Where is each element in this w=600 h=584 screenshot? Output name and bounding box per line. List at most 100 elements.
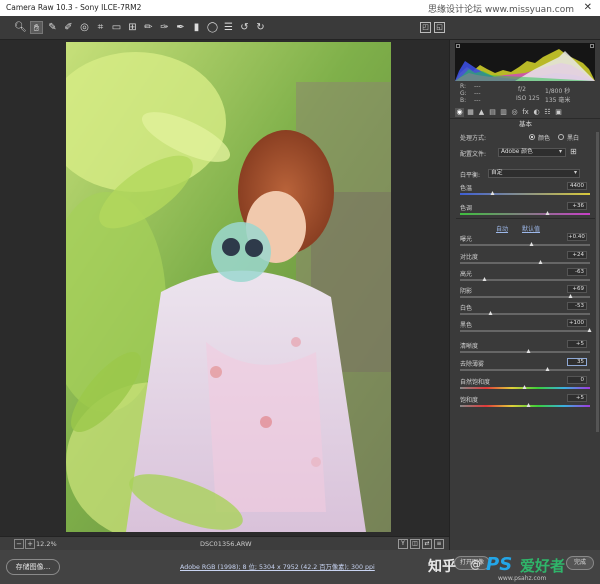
dehaze-slider-row: 去除薄雾 35 [450,358,600,371]
hand-icon[interactable]: ✋︎ [30,21,43,34]
focal-length-value: 135 毫米 [545,97,571,104]
dehaze-slider-track[interactable] [460,367,590,371]
save-image-button[interactable]: 存储图像... [6,559,60,575]
swap-icon[interactable]: ⇄ [422,539,432,549]
panel-tabs: ◉ ▦ ▲ ▤ ▥ ◎ fx ◐ ☷ ▣ [450,107,600,119]
done-button[interactable]: 完成 [566,556,594,570]
vibrance-value-field[interactable]: 0 [567,376,587,384]
spot-removal-icon[interactable]: ✏ [142,21,155,34]
rotate-ccw-icon[interactable]: ↺ [238,21,251,34]
contrast-slider-thumb[interactable] [538,260,543,264]
whites-value-field[interactable]: -53 [567,302,587,310]
clarity-value-field[interactable]: +5 [567,340,587,348]
highlights-slider-thumb[interactable] [482,277,487,281]
white-balance-icon[interactable]: ✎ [46,21,59,34]
presets-tab-icon[interactable]: ☷ [543,108,552,117]
target-adjust-icon[interactable]: ◎ [78,21,91,34]
transform-icon[interactable]: ⊞ [126,21,139,34]
vibrance-slider-track[interactable] [460,385,590,389]
shadows-slider-thumb[interactable] [568,294,572,298]
temp-slider-thumb[interactable] [490,191,494,195]
preview-photo[interactable] [66,42,391,532]
contrast-slider-track[interactable] [460,260,590,264]
panel-scrollbar[interactable] [596,132,599,432]
snapshots-tab-icon[interactable]: ▣ [554,108,563,117]
basic-tab-icon[interactable]: ◉ [455,108,464,117]
tint-slider-track[interactable] [460,211,590,215]
preferences-icon[interactable]: ☰ [222,21,235,34]
saturation-value-field[interactable]: +5 [567,394,587,402]
profile-select[interactable]: Adobe 颜色 [498,148,566,157]
fullscreen-toggle-icon[interactable]: ◰ [420,22,431,33]
r-value: --- [474,83,481,90]
blacks-value-field[interactable]: +100 [567,319,587,327]
exposure-slider-thumb[interactable] [529,242,533,246]
vibrance-label: 自然饱和度 [460,379,491,386]
highlights-slider-track[interactable] [460,277,590,281]
clarity-slider-track[interactable] [460,349,590,353]
whites-slider-track[interactable] [460,311,590,315]
g-value: --- [474,90,481,97]
straighten-icon[interactable]: ▭ [110,21,123,34]
contrast-value-field[interactable]: +24 [567,251,587,259]
split-toning-tab-icon[interactable]: ▥ [499,108,508,117]
exposure-value-field[interactable]: +0.40 [567,233,587,241]
aperture-value: f/2 [518,86,526,93]
close-icon[interactable]: ✕ [584,2,592,13]
ps-site-name: 爱好者 [520,557,566,575]
adjustment-brush-icon[interactable]: ✒ [174,21,187,34]
radial-filter-icon[interactable]: ◯ [206,21,219,34]
hsl-tab-icon[interactable]: ▤ [488,108,497,117]
preview-toggle-icon[interactable]: ◱ [434,22,445,33]
color-radio[interactable] [529,134,535,140]
treatment-row: 处理方式: 颜色 黑白 [450,132,600,142]
saturation-slider-track[interactable] [460,403,590,407]
clarity-slider-thumb[interactable] [526,349,531,353]
crop-icon[interactable]: ⌗ [94,21,107,34]
before-after-y-icon[interactable]: Y [398,539,408,549]
wb-select[interactable]: 自定 [488,169,580,178]
view-settings-icon[interactable]: ≡ [434,539,444,549]
whites-slider-thumb[interactable] [488,311,493,315]
dehaze-value-field[interactable]: 35 [567,358,587,366]
zoom-level[interactable]: 12.2% [36,540,57,548]
lens-tab-icon[interactable]: ◎ [510,108,519,117]
whites-slider-row: 白色 -53 [450,302,600,315]
highlight-clip-indicator[interactable] [590,44,594,48]
tint-value-field[interactable]: +36 [567,202,587,210]
temp-value-field[interactable]: 4400 [567,182,587,190]
exposure-slider-track[interactable] [460,242,590,246]
zoom-out-button[interactable]: − [14,539,24,549]
blacks-slider-thumb[interactable] [587,328,592,332]
bw-radio[interactable] [558,134,564,140]
detail-tab-icon[interactable]: ▲ [477,108,486,117]
zoom-icon[interactable]: 🔍︎ [14,21,27,34]
rotate-cw-icon[interactable]: ↻ [254,21,267,34]
temp-slider-track[interactable] [460,191,590,195]
effects-tab-icon[interactable]: fx [521,108,530,117]
section-title: 基本 [519,120,532,128]
shadow-clip-indicator[interactable] [456,44,460,48]
dehaze-slider-thumb[interactable] [545,367,550,371]
image-canvas[interactable] [0,40,449,536]
red-eye-icon[interactable]: ✑ [158,21,171,34]
zoom-in-button[interactable]: + [25,539,35,549]
tone-curve-tab-icon[interactable]: ▦ [466,108,475,117]
calibration-tab-icon[interactable]: ◐ [532,108,541,117]
compare-icon[interactable]: ◫ [410,539,420,549]
shadows-value-field[interactable]: +69 [567,285,587,293]
auto-link[interactable]: 自动 [496,224,508,233]
saturation-slider-thumb[interactable] [526,403,531,407]
ps-logo: PS [486,554,513,575]
color-sampler-icon[interactable]: ✐ [62,21,75,34]
blacks-slider-track[interactable] [460,328,592,332]
default-link[interactable]: 默认值 [522,224,540,233]
tint-slider-thumb[interactable] [545,211,550,215]
graduated-filter-icon[interactable]: ▮ [190,21,203,34]
workflow-options-link[interactable]: Adobe RGB (1998); 8 位; 5304 x 7952 (42.2… [180,562,375,571]
vibrance-slider-thumb[interactable] [522,385,527,389]
chevron-down-icon: ▾ [559,148,563,155]
highlights-value-field[interactable]: -63 [567,268,587,276]
profile-browser-icon[interactable]: ⊞ [570,147,577,156]
shadows-slider-track[interactable] [460,294,590,298]
